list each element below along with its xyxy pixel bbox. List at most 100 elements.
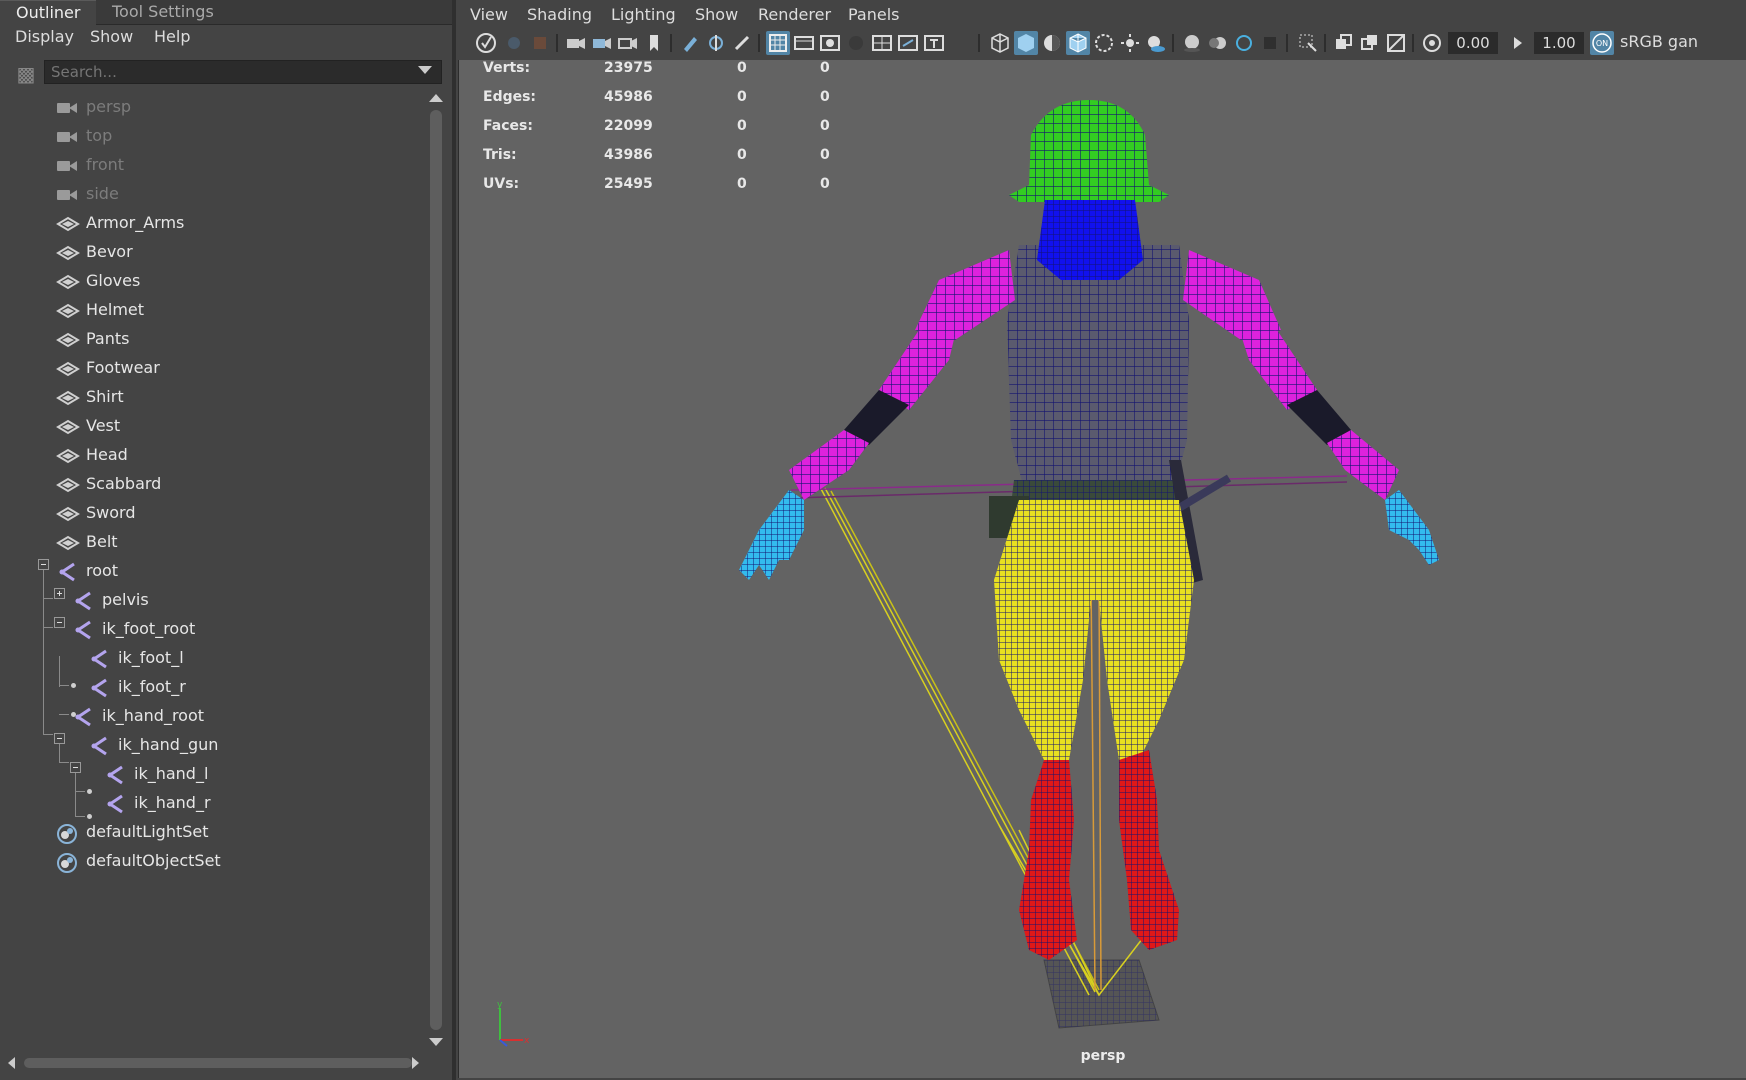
color-management-icon[interactable]: ON xyxy=(1590,31,1614,55)
bookmark-icon[interactable] xyxy=(642,31,666,55)
menu-panels[interactable]: Panels xyxy=(848,5,900,24)
menu-renderer[interactable]: Renderer xyxy=(758,5,831,24)
tab-outliner[interactable]: Outliner xyxy=(0,0,97,25)
3d-viewport[interactable]: Verts: 23975 0 0 Edges: 45986 0 0 Faces: 22099 0… xyxy=(458,60,1746,1078)
outliner-item-top[interactable]: top xyxy=(56,121,112,150)
expand-toggle[interactable] xyxy=(54,588,65,599)
outliner-item-ik-foot-l[interactable]: ik_foot_l xyxy=(88,643,184,672)
outliner-item-ik-foot-root[interactable]: ik_foot_root xyxy=(72,614,195,643)
character-model[interactable] xyxy=(459,60,1746,1078)
resolution-gate-icon[interactable] xyxy=(818,31,842,55)
outliner-item-default-object-set[interactable]: defaultObjectSet xyxy=(56,846,221,875)
outliner-item-head[interactable]: Head xyxy=(56,440,128,469)
xray-joints-icon[interactable] xyxy=(1332,31,1356,55)
wireframe-icon[interactable] xyxy=(988,31,1012,55)
menu-help[interactable]: Help xyxy=(154,27,190,46)
film-gate-icon[interactable] xyxy=(792,31,816,55)
toolbar-separator xyxy=(556,34,558,52)
brush-icon[interactable] xyxy=(730,31,754,55)
default-material-icon[interactable] xyxy=(1040,31,1064,55)
menu-show[interactable]: Show xyxy=(695,5,738,24)
depth-of-field-icon[interactable] xyxy=(1258,31,1282,55)
backface-culling-icon[interactable] xyxy=(1384,31,1408,55)
scroll-up-icon[interactable] xyxy=(429,94,443,102)
chevron-down-icon[interactable] xyxy=(418,66,432,74)
outliner-item-ik-hand-gun[interactable]: ik_hand_gun xyxy=(88,730,218,759)
safe-title-icon[interactable] xyxy=(922,31,946,55)
item-label: ik_hand_r xyxy=(134,793,211,812)
xray-icon[interactable] xyxy=(1092,31,1116,55)
outliner-item-ik-hand-root[interactable]: ik_hand_root xyxy=(72,701,204,730)
menu-lighting[interactable]: Lighting xyxy=(611,5,676,24)
motion-blur-icon[interactable] xyxy=(1206,31,1230,55)
outliner-item-shirt[interactable]: Shirt xyxy=(56,382,124,411)
exposure-field[interactable]: 0.00 xyxy=(1448,32,1498,54)
anti-aliasing-icon[interactable] xyxy=(1232,31,1256,55)
outliner-item-root[interactable]: root xyxy=(56,556,118,585)
outliner-item-pelvis[interactable]: pelvis xyxy=(72,585,149,614)
filter-icon[interactable]: ▩ xyxy=(10,62,42,86)
outliner-item-belt[interactable]: Belt xyxy=(56,527,118,556)
toolbar-separator xyxy=(670,34,672,52)
outliner-item-vest[interactable]: Vest xyxy=(56,411,120,440)
use-all-lights-icon[interactable] xyxy=(1118,31,1142,55)
camera-2d-pan-icon[interactable] xyxy=(590,31,614,55)
scroll-down-icon[interactable] xyxy=(429,1038,443,1046)
gamma-field[interactable]: 1.00 xyxy=(1534,32,1584,54)
collapse-toggle[interactable] xyxy=(70,762,81,773)
field-chart-icon[interactable] xyxy=(870,31,894,55)
select-camera-icon[interactable] xyxy=(474,31,498,55)
outliner-item-footwear[interactable]: Footwear xyxy=(56,353,160,382)
collapse-toggle[interactable] xyxy=(54,733,65,744)
menu-show[interactable]: Show xyxy=(90,27,133,46)
color-space-label[interactable]: sRGB gan xyxy=(1620,32,1698,51)
outliner-item-persp[interactable]: persp xyxy=(56,92,131,121)
outliner-vertical-scrollbar[interactable] xyxy=(428,92,446,1052)
shadows-icon[interactable] xyxy=(1144,31,1168,55)
menu-shading[interactable]: Shading xyxy=(527,5,592,24)
outliner-item-front[interactable]: front xyxy=(56,150,124,179)
outliner-item-pants[interactable]: Pants xyxy=(56,324,129,353)
outliner-item-armor-arms[interactable]: Armor_Arms xyxy=(56,208,184,237)
scroll-left-icon[interactable] xyxy=(8,1057,15,1069)
scrollbar-thumb[interactable] xyxy=(430,110,442,1030)
set-icon xyxy=(56,852,80,873)
item-label: defaultObjectSet xyxy=(86,851,221,870)
xray-active-components-icon[interactable] xyxy=(1358,31,1382,55)
tab-tool-settings[interactable]: Tool Settings xyxy=(96,0,230,24)
camera-attributes-icon[interactable] xyxy=(502,31,526,55)
outliner-item-ik-foot-r[interactable]: ik_foot_r xyxy=(88,672,186,701)
smooth-shade-icon[interactable] xyxy=(1014,31,1038,55)
exposure-icon[interactable] xyxy=(1420,31,1444,55)
outliner-item-default-light-set[interactable]: defaultLightSet xyxy=(56,817,209,846)
gamma-icon[interactable] xyxy=(1506,31,1530,55)
screen-space-ao-icon[interactable] xyxy=(1180,31,1204,55)
grid-icon[interactable] xyxy=(766,31,790,55)
menu-view[interactable]: View xyxy=(470,5,508,24)
outliner-item-scabbard[interactable]: Scabbard xyxy=(56,469,161,498)
outliner-item-sword[interactable]: Sword xyxy=(56,498,135,527)
move-tool-icon[interactable] xyxy=(704,31,728,55)
outliner-item-gloves[interactable]: Gloves xyxy=(56,266,140,295)
menu-display[interactable]: Display xyxy=(15,27,74,46)
collapse-toggle[interactable] xyxy=(54,617,65,628)
isolate-select-icon[interactable] xyxy=(1296,31,1320,55)
search-input[interactable] xyxy=(44,60,442,84)
svg-text:ON: ON xyxy=(1596,39,1608,48)
pencil-icon[interactable] xyxy=(678,31,702,55)
outliner-item-bevor[interactable]: Bevor xyxy=(56,237,133,266)
collapse-toggle[interactable] xyxy=(38,559,49,570)
outliner-item-helmet[interactable]: Helmet xyxy=(56,295,144,324)
scroll-right-icon[interactable] xyxy=(412,1057,419,1069)
wireframe-on-shaded-icon[interactable] xyxy=(1066,31,1090,55)
safe-action-icon[interactable] xyxy=(896,31,920,55)
outliner-item-ik-hand-l[interactable]: ik_hand_l xyxy=(104,759,208,788)
scrollbar-thumb[interactable] xyxy=(24,1058,412,1068)
grease-pencil-camera-icon[interactable] xyxy=(616,31,640,55)
outliner-item-ik-hand-r[interactable]: ik_hand_r xyxy=(104,788,211,817)
gate-mask-icon[interactable] xyxy=(844,31,868,55)
outliner-horizontal-scrollbar[interactable] xyxy=(6,1054,424,1072)
image-plane-icon[interactable] xyxy=(564,31,588,55)
outliner-item-side[interactable]: side xyxy=(56,179,119,208)
bookmarks-icon[interactable] xyxy=(528,31,552,55)
